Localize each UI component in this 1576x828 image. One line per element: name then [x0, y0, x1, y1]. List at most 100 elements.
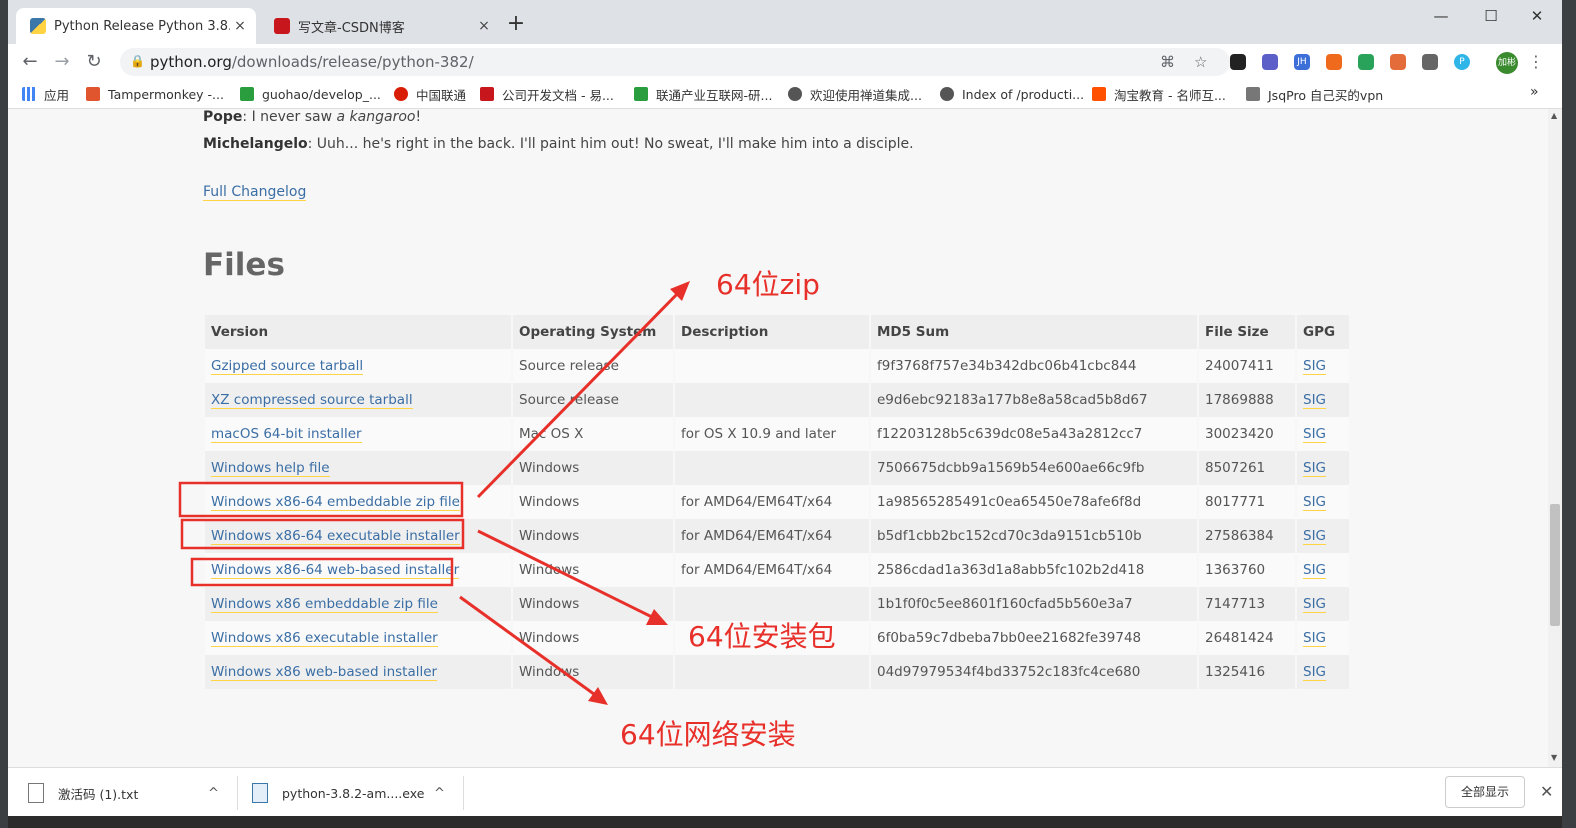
chevron-up-icon[interactable]: ^ — [434, 786, 445, 801]
browser-window: Python Release Python 3.8.2 | × 写文章-CSDN… — [8, 0, 1562, 816]
file-download-link[interactable]: Windows x86-64 web-based installer — [211, 562, 460, 579]
leaf-icon — [240, 87, 254, 101]
show-all-button[interactable]: 全部显示 — [1445, 776, 1525, 808]
gpg-sig-link[interactable]: SIG — [1303, 596, 1327, 613]
close-tab-icon[interactable]: × — [474, 18, 494, 34]
bookmarks-overflow-button[interactable]: » — [1530, 84, 1539, 100]
cell-size: 24007411 — [1199, 349, 1295, 383]
cell-size: 1325416 — [1199, 655, 1295, 689]
download-item-txt[interactable]: 激活码 (1).txt ^ — [28, 776, 228, 810]
gpg-sig-link[interactable]: SIG — [1303, 392, 1327, 409]
back-arrow-icon[interactable]: ← — [18, 50, 42, 74]
cell-md5: 2586cdad1a363d1a8abb5fc102b2d418 — [871, 553, 1197, 587]
scroll-up-icon[interactable]: ▲ — [1551, 111, 1557, 120]
extension-p-icon[interactable]: P — [1454, 54, 1470, 70]
translate-icon[interactable]: ⌘ — [1160, 53, 1175, 71]
gpg-sig-link[interactable]: SIG — [1303, 528, 1327, 545]
scroll-down-icon[interactable]: ▼ — [1551, 753, 1557, 762]
file-download-link[interactable]: Windows x86-64 executable installer — [211, 528, 460, 545]
tab-python-release[interactable]: Python Release Python 3.8.2 | × — [16, 8, 256, 44]
cell-gpg: SIG — [1297, 383, 1349, 417]
download-filename: 激活码 (1).txt — [58, 786, 139, 802]
files-heading: Files — [203, 247, 285, 283]
changelog-link-text[interactable]: Full Changelog — [203, 184, 307, 201]
extension-icon[interactable] — [1390, 54, 1406, 70]
taobao-edu-icon — [1092, 87, 1106, 101]
close-downloads-icon[interactable]: ✕ — [1540, 782, 1553, 801]
close-tab-icon[interactable]: × — [230, 18, 250, 34]
cell-desc — [675, 655, 869, 689]
full-changelog-link[interactable]: Full Changelog — [203, 184, 307, 201]
cell-gpg: SIG — [1297, 451, 1349, 485]
cell-os: Windows — [513, 587, 673, 621]
table-row: Windows x86-64 executable installer Windo… — [205, 519, 1349, 553]
gpg-sig-link[interactable]: SIG — [1303, 562, 1327, 579]
file-download-link[interactable]: Gzipped source tarball — [211, 358, 364, 375]
extension-icon[interactable] — [1262, 54, 1278, 70]
forward-arrow-icon[interactable]: → — [50, 50, 74, 74]
cell-gpg: SIG — [1297, 349, 1349, 383]
cell-version: Windows x86-64 web-based installer — [205, 553, 511, 587]
dialogue-emphasis: a kangaroo — [336, 109, 416, 125]
bookmark-apps[interactable]: 应用 — [22, 84, 69, 104]
extension-icon[interactable] — [1358, 54, 1374, 70]
globe-icon — [788, 87, 802, 101]
cell-os: Mac OS X — [513, 417, 673, 451]
downloads-bar: 激活码 (1).txt ^ python-3.8.2-am....exe ^ 全… — [8, 767, 1562, 816]
download-item-exe[interactable]: python-3.8.2-am....exe ^ — [252, 776, 462, 810]
tab-bar: Python Release Python 3.8.2 | × 写文章-CSDN… — [8, 0, 1562, 44]
bookmark-zentao[interactable]: 欢迎使用禅道集成... — [788, 84, 922, 104]
file-download-link[interactable]: Windows x86 web-based installer — [211, 664, 438, 681]
bookmark-tampermonkey[interactable]: Tampermonkey -... — [86, 84, 224, 104]
url-path: /downloads/release/python-382/ — [231, 53, 474, 71]
page-scrollbar[interactable]: ▲ ▼ — [1548, 109, 1562, 767]
bookmark-company-docs[interactable]: 公司开发文档 - 易... — [480, 84, 614, 104]
gpg-sig-link[interactable]: SIG — [1303, 426, 1327, 443]
file-download-link[interactable]: Windows x86 executable installer — [211, 630, 438, 647]
bookmark-jsqpro[interactable]: JsqPro 自己买的vpn — [1246, 84, 1383, 104]
bookmark-unicom-industry[interactable]: 联通产业互联网-研... — [634, 84, 772, 104]
header-gpg: GPG — [1297, 315, 1349, 349]
profile-avatar[interactable]: 加彬 — [1496, 52, 1518, 74]
maximize-button[interactable]: ☐ — [1468, 4, 1514, 28]
new-tab-button[interactable]: + — [504, 12, 528, 36]
cell-os: Source release — [513, 349, 673, 383]
cell-md5: b5df1cbb2bc152cd70c3da9151cb510b — [871, 519, 1197, 553]
chevron-up-icon[interactable]: ^ — [208, 786, 219, 801]
gpg-sig-link[interactable]: SIG — [1303, 630, 1327, 647]
file-download-link[interactable]: macOS 64-bit installer — [211, 426, 362, 443]
address-bar[interactable]: 🔒 python.org/downloads/release/python-38… — [120, 48, 1230, 76]
bookmark-unicom[interactable]: 中国联通 — [394, 84, 466, 104]
cell-md5: e9d6ebc92183a177b8e8a58cad5b8d67 — [871, 383, 1197, 417]
menu-kebab-icon[interactable]: ⋮ — [1528, 52, 1544, 71]
file-download-link[interactable]: Windows help file — [211, 460, 330, 477]
file-download-link[interactable]: Windows x86 embeddable zip file — [211, 596, 438, 613]
bookmark-index[interactable]: Index of /producti... — [940, 84, 1084, 104]
gpg-sig-link[interactable]: SIG — [1303, 460, 1327, 477]
bookmark-star-icon[interactable]: ☆ — [1194, 53, 1207, 71]
cell-desc: for AMD64/EM64T/x64 — [675, 553, 869, 587]
reload-icon[interactable]: ↻ — [82, 50, 106, 74]
gpg-sig-link[interactable]: SIG — [1303, 494, 1327, 511]
tab-csdn[interactable]: 写文章-CSDN博客 × — [260, 8, 500, 44]
bookmark-label: 淘宝教育 - 名师互... — [1114, 87, 1226, 103]
file-download-link[interactable]: XZ compressed source tarball — [211, 392, 413, 409]
bookmark-guohao[interactable]: guohao/develop_... — [240, 84, 381, 104]
close-window-button[interactable]: ✕ — [1514, 4, 1560, 28]
file-download-link[interactable]: Windows x86-64 embeddable zip file — [211, 494, 460, 511]
cell-size: 26481424 — [1199, 621, 1295, 655]
table-row: Windows x86-64 web-based installer Window… — [205, 553, 1349, 587]
minimize-button[interactable]: — — [1418, 4, 1464, 28]
cell-size: 7147713 — [1199, 587, 1295, 621]
extension-icon[interactable] — [1326, 54, 1342, 70]
table-row: XZ compressed source tarball Source relea… — [205, 383, 1349, 417]
gpg-sig-link[interactable]: SIG — [1303, 358, 1327, 375]
extension-icon[interactable] — [1230, 54, 1246, 70]
cloud-extension-icon[interactable] — [1422, 54, 1438, 70]
extension-jh-icon[interactable]: JH — [1294, 54, 1310, 70]
cell-gpg: SIG — [1297, 587, 1349, 621]
bookmark-taobao-edu[interactable]: 淘宝教育 - 名师互... — [1092, 84, 1226, 104]
gpg-sig-link[interactable]: SIG — [1303, 664, 1327, 681]
scrollbar-thumb[interactable] — [1550, 504, 1560, 626]
lock-icon: 🔒 — [130, 54, 145, 68]
